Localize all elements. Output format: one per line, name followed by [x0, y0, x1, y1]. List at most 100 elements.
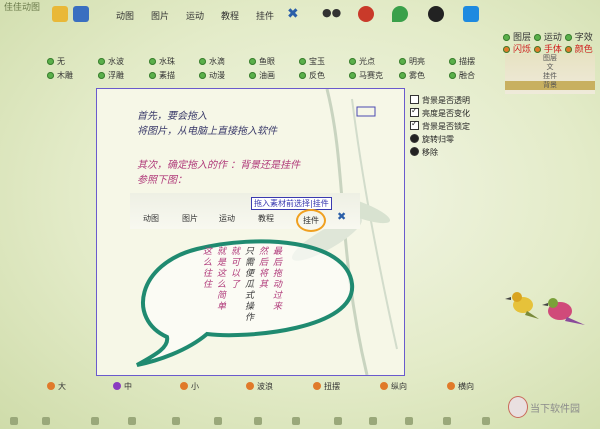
check-remove[interactable]: 移除 — [410, 147, 470, 158]
status-icon[interactable] — [172, 417, 180, 425]
status-icon[interactable] — [443, 417, 451, 425]
save-icon[interactable] — [73, 6, 89, 22]
status-icon[interactable] — [482, 417, 490, 425]
radio-dot-icon — [199, 58, 206, 65]
radio-dot-icon — [249, 72, 256, 79]
anim-horizontal[interactable]: 横向 — [447, 381, 474, 392]
radio-dot-icon — [98, 58, 105, 65]
anim-wave[interactable]: 波浪 — [246, 381, 273, 392]
effect-option[interactable]: 雾色 — [399, 70, 425, 81]
folder-open-icon[interactable] — [52, 6, 68, 22]
menu-tupian[interactable]: 图片 — [151, 9, 169, 22]
menu-guajian[interactable]: 挂件 — [256, 9, 274, 22]
effect-option[interactable]: 木雕 — [47, 70, 73, 81]
layer-list-item[interactable]: 文 — [505, 63, 595, 72]
effect-option[interactable]: 水波 — [98, 56, 124, 67]
radio-dot-icon — [299, 58, 306, 65]
layer-list-item[interactable]: 图层 — [505, 54, 595, 63]
size-small[interactable]: 小 — [180, 381, 199, 392]
status-icon[interactable] — [405, 417, 413, 425]
layer-list[interactable]: 图层 文 挂件 背景 — [505, 54, 595, 94]
radio-dot-icon — [399, 58, 406, 65]
effect-option[interactable]: 融合 — [449, 70, 475, 81]
radio-dot-icon — [98, 72, 105, 79]
effect-option[interactable]: 油画 — [249, 70, 275, 81]
size-large[interactable]: 大 — [47, 381, 66, 392]
effect-option[interactable]: 无 — [47, 56, 65, 67]
status-icon[interactable] — [292, 417, 300, 425]
menu-icon[interactable] — [428, 6, 444, 22]
radio-dot-icon — [399, 72, 406, 79]
bubble-col-4: 只需便瓜式操作 — [245, 247, 255, 323]
swirl-icon[interactable] — [358, 6, 374, 22]
anim-sway[interactable]: 扭摆 — [313, 381, 340, 392]
status-icon[interactable] — [91, 417, 99, 425]
bubble-col-3: 就可以了 — [231, 247, 241, 290]
check-transparent[interactable]: 背景是否透明 — [410, 95, 470, 106]
speech-bubble-icon — [136, 239, 355, 367]
effect-option[interactable]: 反色 — [299, 70, 325, 81]
status-icon[interactable] — [334, 417, 342, 425]
radio-dot-icon — [199, 72, 206, 79]
watermark-logo-icon — [508, 396, 528, 418]
eyes-icon[interactable]: ●● — [322, 6, 341, 22]
app-title: 佳佳动图 — [4, 3, 41, 13]
remove-icon — [410, 147, 419, 156]
effect-option[interactable]: 水滴 — [199, 56, 225, 67]
radio-dot-icon — [180, 382, 188, 390]
effect-option[interactable]: 宝玉 — [299, 56, 325, 67]
radio-dot-icon — [249, 58, 256, 65]
menu-yundong[interactable]: 运动 — [186, 9, 204, 22]
bubble-col-1: 这么往住 — [203, 247, 213, 290]
effect-option[interactable]: 浮雕 — [98, 70, 124, 81]
radio-dot-icon — [299, 72, 306, 79]
effect-option[interactable]: 光点 — [349, 56, 375, 67]
radio-dot-icon — [149, 72, 156, 79]
watermark-text: 当下软件园 — [530, 404, 580, 415]
checkbox-checked-icon — [410, 119, 419, 130]
effect-option[interactable]: 明亮 — [399, 56, 425, 67]
radio-dot-icon — [246, 382, 254, 390]
size-medium[interactable]: 中 — [113, 381, 132, 392]
status-icon[interactable] — [369, 417, 377, 425]
radio-dot-icon — [447, 382, 455, 390]
layer-list-item[interactable]: 挂件 — [505, 72, 595, 81]
status-icon[interactable] — [42, 417, 50, 425]
radio-dot-icon — [380, 382, 388, 390]
radio-dot-icon — [47, 382, 55, 390]
status-icon[interactable] — [254, 417, 262, 425]
effect-option[interactable]: 动漫 — [199, 70, 225, 81]
radio-dot-icon — [47, 72, 54, 79]
check-brightness[interactable]: 亮度是否变化 — [410, 106, 470, 119]
status-icon[interactable] — [10, 417, 18, 425]
bubble-col-2: 就是这么简单 — [217, 247, 227, 312]
radio-dot-icon — [449, 72, 456, 79]
bubble-col-5: 然后将其 — [259, 247, 269, 290]
radio-dot-icon — [349, 58, 356, 65]
status-icon[interactable] — [128, 417, 136, 425]
effect-option[interactable]: 描摆 — [449, 56, 475, 67]
menu-jiaocheng[interactable]: 教程 — [221, 9, 239, 22]
more-icon[interactable] — [463, 6, 479, 22]
menu-dongtu[interactable]: 动图 — [116, 9, 134, 22]
check-rotate-reset[interactable]: 旋转归零 — [410, 134, 470, 145]
effect-option[interactable]: 素描 — [149, 70, 175, 81]
layer-list-item-selected[interactable]: 背景 — [505, 81, 595, 90]
radio-dot-icon — [313, 382, 321, 390]
effect-option[interactable]: 水珠 — [149, 56, 175, 67]
radio-dot-icon — [47, 58, 54, 65]
tools-icon[interactable]: ✖ — [287, 6, 303, 22]
rotate-icon — [410, 134, 419, 143]
bubble-col-6: 最后拖动过来 — [273, 247, 283, 312]
status-icon[interactable] — [214, 417, 222, 425]
checkbox-checked-icon — [410, 106, 419, 117]
radio-dot-icon — [503, 46, 510, 53]
anim-vertical[interactable]: 纵向 — [380, 381, 407, 392]
radio-dot-icon — [533, 34, 541, 41]
birds-decoration-icon — [505, 292, 585, 325]
location-icon[interactable] — [392, 6, 408, 22]
canvas-area[interactable]: 首先，要会拖入 将图片，从电脑上直接拖入软件 其次，确定拖入的作 ：背景还是挂件… — [96, 88, 405, 376]
effect-option[interactable]: 马赛克 — [349, 70, 383, 81]
check-lock[interactable]: 背景是否锁定 — [410, 119, 470, 132]
effect-option[interactable]: 鱼眼 — [249, 56, 275, 67]
